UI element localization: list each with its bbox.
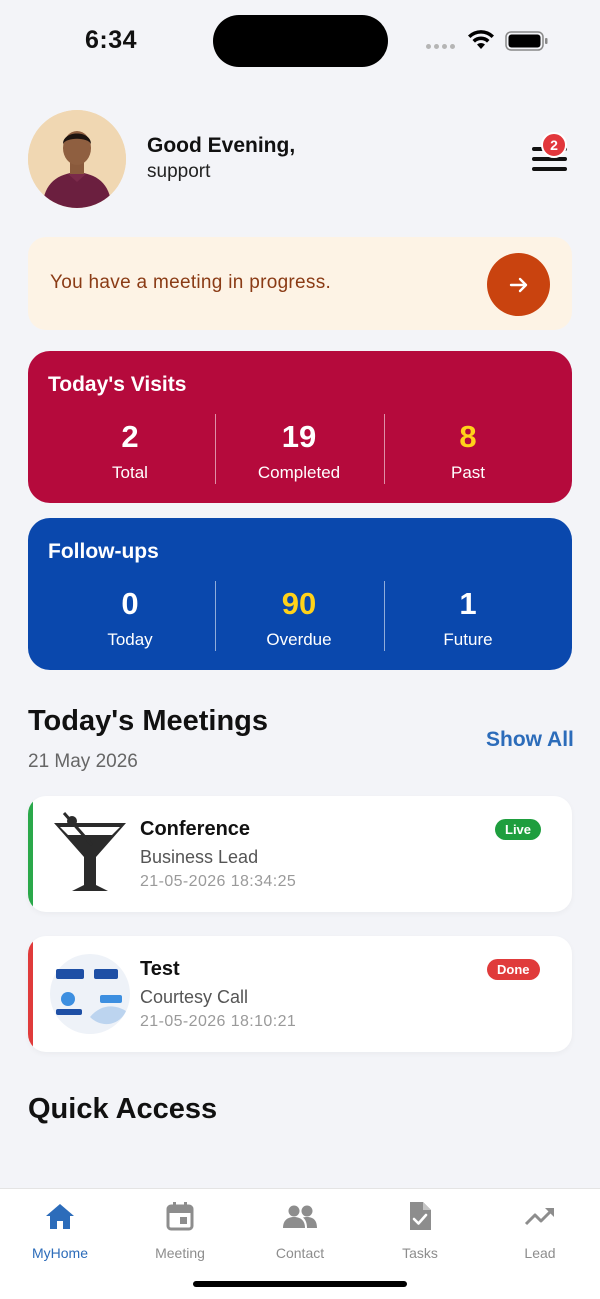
dynamic-island xyxy=(213,15,388,67)
visits-past-stat[interactable]: 8 Past xyxy=(384,415,552,485)
tab-label: Contact xyxy=(275,1245,325,1261)
quick-access-title: Quick Access xyxy=(28,1093,218,1125)
todays-visits-card[interactable]: Today's Visits 2 Total 19 Completed 8 Pa… xyxy=(28,351,572,503)
stat-value: 19 xyxy=(281,419,317,454)
home-indicator xyxy=(193,1281,407,1287)
greeting-text: Good Evening, xyxy=(147,134,296,157)
cocktail-glass-icon xyxy=(54,812,126,891)
status-time: 6:34 xyxy=(85,26,138,54)
stat-label: Total xyxy=(112,463,148,482)
stat-label: Overdue xyxy=(266,630,332,649)
meeting-card[interactable]: Test Courtesy Call 21-05-2026 18:10:21 D… xyxy=(28,936,572,1052)
meetings-date: 21 May 2026 xyxy=(28,751,138,772)
card-title: Follow-ups xyxy=(48,540,159,563)
stat-label: Completed xyxy=(257,463,341,482)
tab-contact[interactable]: Contact xyxy=(240,1199,360,1261)
meeting-status-accent xyxy=(28,796,33,912)
company-logo xyxy=(50,954,130,1034)
meeting-datetime: 21-05-2026 18:34:25 xyxy=(140,873,297,890)
stat-label: Today xyxy=(107,630,153,649)
status-badge: Live xyxy=(495,819,542,840)
stat-value: 8 xyxy=(459,419,477,454)
stat-label: Future xyxy=(443,630,493,649)
meeting-title: Test xyxy=(140,958,180,980)
stat-value: 90 xyxy=(281,586,317,621)
wifi-icon xyxy=(468,30,494,49)
stat-value: 1 xyxy=(459,586,477,621)
status-badge: Done xyxy=(487,959,540,980)
trend-up-icon xyxy=(524,1208,554,1226)
visits-completed-stat[interactable]: 19 Completed xyxy=(215,415,383,485)
tab-meeting[interactable]: Meeting xyxy=(120,1199,240,1261)
meeting-card[interactable]: Conference Business Lead 21-05-2026 18:3… xyxy=(28,796,572,912)
banner-text: You have a meeting in progress. xyxy=(50,272,332,293)
meeting-progress-banner[interactable]: You have a meeting in progress. xyxy=(28,237,572,330)
tab-label: MyHome xyxy=(31,1245,88,1261)
followups-today-stat[interactable]: 0 Today xyxy=(46,582,214,652)
tab-tasks[interactable]: Tasks xyxy=(360,1199,480,1261)
todays-meetings-title: Today's Meetings xyxy=(28,705,269,737)
tab-myhome[interactable]: MyHome xyxy=(0,1199,120,1261)
visits-total-stat[interactable]: 2 Total xyxy=(46,415,214,485)
status-bar: 6:34 xyxy=(0,0,600,84)
tab-label: Meeting xyxy=(155,1245,205,1261)
card-title: Today's Visits xyxy=(48,373,187,396)
meeting-title: Conference xyxy=(140,818,251,840)
people-icon xyxy=(283,1205,317,1228)
cellular-signal-icon xyxy=(426,44,455,49)
meeting-type: Courtesy Call xyxy=(140,987,249,1007)
open-meeting-button[interactable] xyxy=(487,253,550,316)
user-avatar[interactable] xyxy=(28,110,126,208)
home-icon xyxy=(46,1204,74,1229)
notification-badge: 2 xyxy=(541,132,567,158)
followups-future-stat[interactable]: 1 Future xyxy=(384,582,552,652)
show-all-link[interactable]: Show All xyxy=(486,728,574,752)
meeting-status-accent xyxy=(28,936,33,1052)
followups-overdue-stat[interactable]: 90 Overdue xyxy=(215,582,383,652)
battery-icon xyxy=(505,31,548,51)
arrow-right-icon xyxy=(509,277,527,292)
stat-value: 0 xyxy=(121,586,139,621)
followups-card[interactable]: Follow-ups 0 Today 90 Overdue 1 Future xyxy=(28,518,572,670)
stat-value: 2 xyxy=(121,419,139,454)
tab-lead[interactable]: Lead xyxy=(480,1199,600,1261)
tab-label: Tasks xyxy=(402,1245,438,1261)
meeting-datetime: 21-05-2026 18:10:21 xyxy=(140,1013,297,1030)
username-text: support xyxy=(147,161,211,182)
task-document-icon xyxy=(410,1202,431,1230)
meeting-type: Business Lead xyxy=(140,847,259,867)
calendar-icon xyxy=(166,1202,194,1231)
stat-label: Past xyxy=(450,463,486,482)
tab-label: Lead xyxy=(524,1245,556,1261)
